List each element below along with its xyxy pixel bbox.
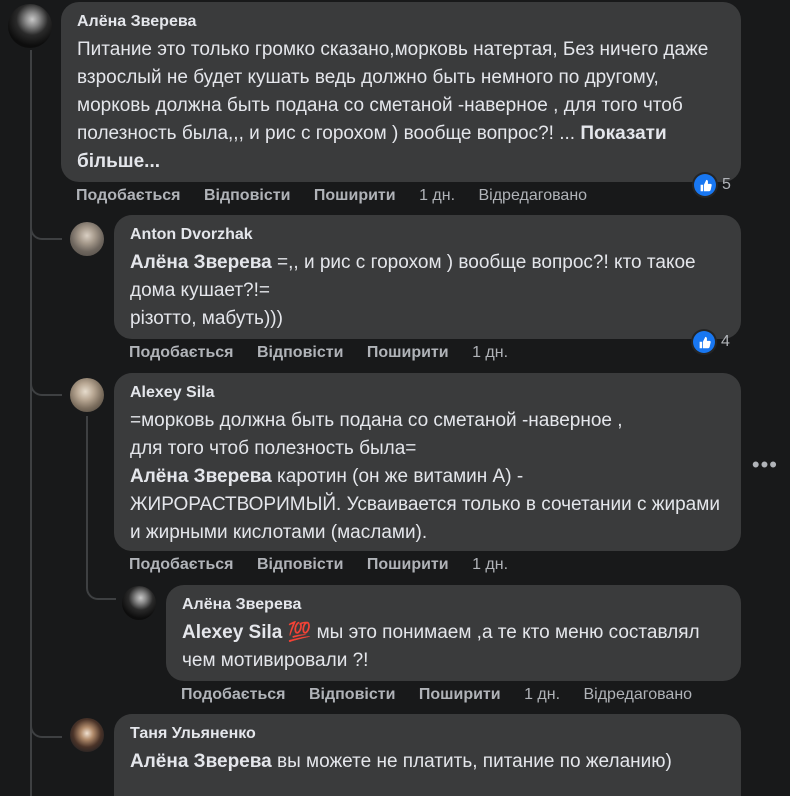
share-button[interactable]: Поширити (367, 556, 449, 573)
comment-bubble: Таня Ульяненко Алёна Зверева вы можете н… (114, 714, 741, 796)
reaction-number: 5 (722, 176, 731, 193)
comment-author[interactable]: Алёна Зверева (182, 595, 725, 615)
reply-button[interactable]: Відповісти (204, 187, 290, 204)
timestamp[interactable]: 1 дн. (472, 556, 508, 573)
share-button[interactable]: Поширити (314, 187, 396, 204)
thread-line-nested (86, 416, 88, 588)
share-button[interactable]: Поширити (419, 686, 501, 703)
comment-bubble: Алёна Зверева Alexey Sila 💯 мы это поним… (166, 585, 741, 681)
avatar[interactable] (70, 222, 104, 256)
comment-author[interactable]: Таня Ульяненко (130, 724, 725, 744)
comment-text: Alexey Sila 💯 мы это понимаем ,а те кто … (182, 619, 725, 675)
comment-actions: Подобається Відповісти Поширити 1 дн. Ві… (181, 685, 692, 705)
thread-connector (30, 224, 62, 240)
thumbs-up-icon (694, 174, 716, 196)
reply-button[interactable]: Відповісти (257, 556, 343, 573)
comment-author[interactable]: Алёна Зверева (77, 12, 725, 32)
more-options-icon[interactable]: ••• (752, 452, 778, 478)
comment-bubble: Alexey Sila =морковь должна быть подана … (114, 373, 741, 551)
comment-bubble: Алёна Зверева Питание это только громко … (61, 2, 741, 182)
timestamp[interactable]: 1 дн. (524, 686, 560, 703)
avatar[interactable] (70, 718, 104, 752)
like-button[interactable]: Подобається (129, 556, 234, 573)
comment-actions: Подобається Відповісти Поширити 1 дн. (129, 555, 527, 575)
thumbs-up-icon (693, 331, 715, 353)
avatar[interactable] (122, 586, 156, 620)
comment-body: вы можете не платить, питание по желанию… (271, 751, 672, 772)
avatar[interactable] (70, 378, 104, 412)
comment-author[interactable]: Alexey Sila (130, 383, 725, 403)
comment-text: Питание это только громко сказано,морков… (77, 36, 725, 176)
share-button[interactable]: Поширити (367, 344, 449, 361)
comment-bubble: Anton Dvorzhak Алёна Зверева =,, и рис с… (114, 215, 741, 339)
mention-link[interactable]: Алёна Зверева (130, 252, 272, 273)
like-button[interactable]: Подобається (129, 344, 234, 361)
like-button[interactable]: Подобається (181, 686, 286, 703)
comment-actions: Подобається Відповісти Поширити 1 дн. Ві… (76, 186, 587, 206)
edited-label: Відредаговано (478, 187, 588, 204)
thread-connector (30, 722, 62, 738)
comment-text: =морковь должна быть подана со сметаной … (130, 407, 725, 547)
avatar[interactable] (8, 4, 52, 48)
reply-button[interactable]: Відповісти (257, 344, 343, 361)
thread-connector (30, 380, 62, 396)
comments-panel: Алёна Зверева Питание это только громко … (0, 0, 790, 796)
comment-text: Алёна Зверева =,, и рис с горохом ) вооб… (130, 249, 725, 333)
like-button[interactable]: Подобається (76, 187, 181, 204)
timestamp[interactable]: 1 дн. (419, 187, 455, 204)
mention-link[interactable]: Alexey Sila (182, 622, 282, 643)
reaction-count[interactable]: 5 (694, 174, 731, 196)
edited-label: Відредаговано (583, 686, 693, 703)
comment-author[interactable]: Anton Dvorzhak (130, 225, 725, 245)
hundred-points-emoji-icon: 💯 (287, 622, 312, 643)
thread-line (30, 50, 32, 796)
reaction-number: 4 (721, 333, 730, 350)
reaction-count[interactable]: 4 (693, 331, 730, 353)
thread-connector (86, 584, 116, 600)
quoted-text: =морковь должна быть подана со сметаной … (130, 410, 623, 459)
timestamp[interactable]: 1 дн. (472, 344, 508, 361)
reply-button[interactable]: Відповісти (309, 686, 395, 703)
comment-text: Алёна Зверева вы можете не платить, пита… (130, 748, 725, 776)
mention-link[interactable]: Алёна Зверева (130, 466, 272, 487)
comment-actions: Подобається Відповісти Поширити 1 дн. (129, 343, 527, 363)
mention-link[interactable]: Алёна Зверева (130, 751, 272, 772)
